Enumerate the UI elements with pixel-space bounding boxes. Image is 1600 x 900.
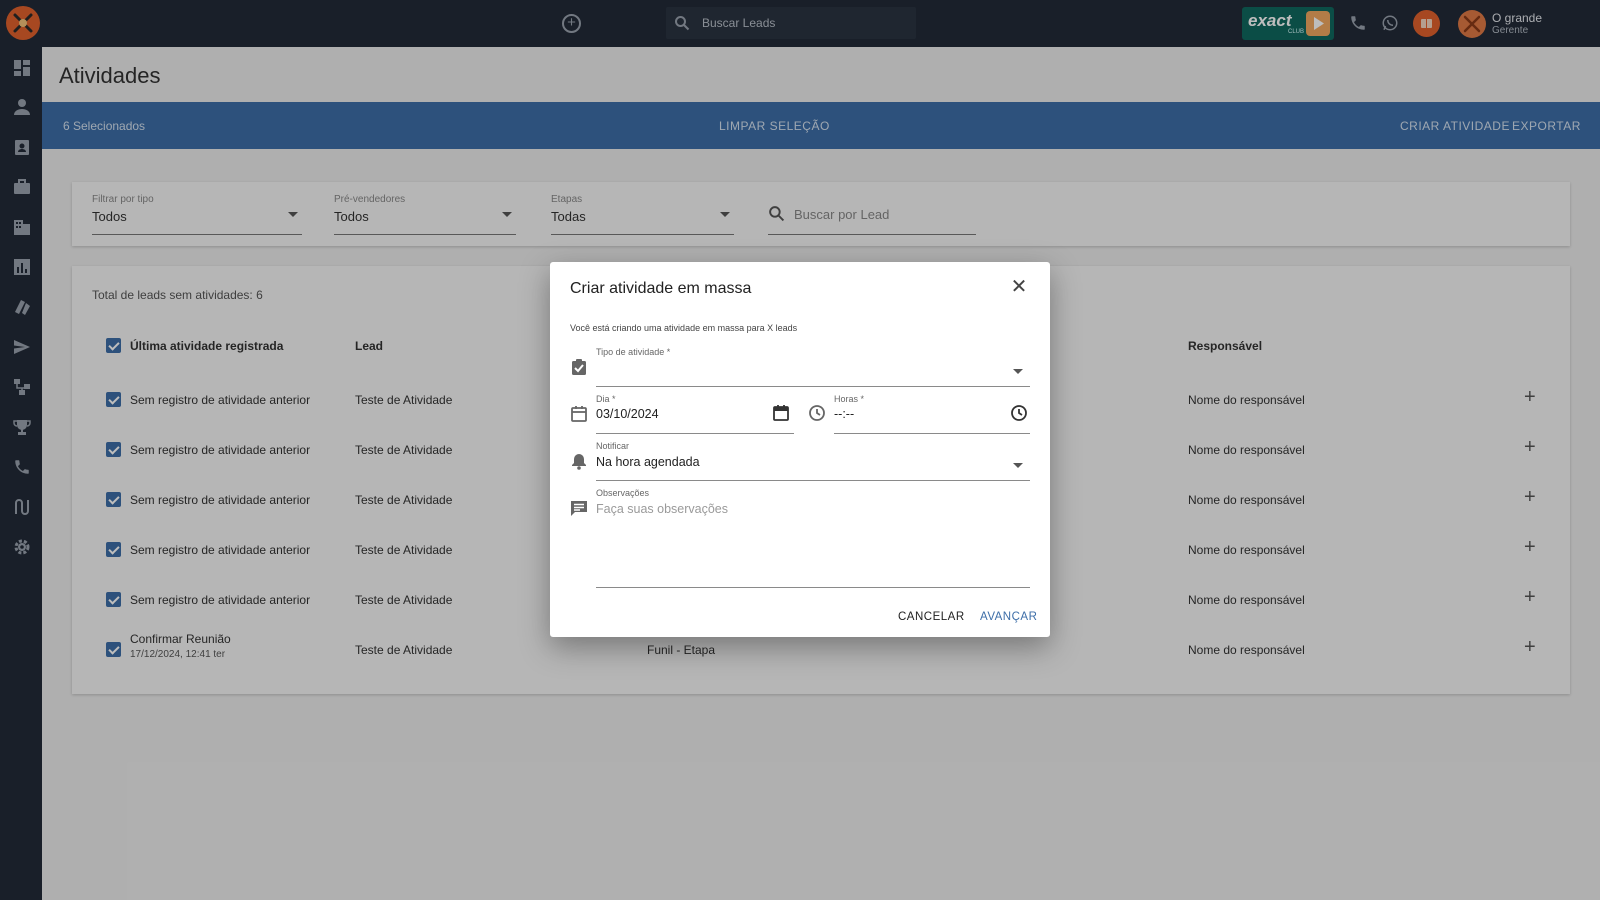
activity-type-label: Tipo de atividade *: [596, 347, 671, 357]
dialog-description: Você está criando uma atividade em massa…: [570, 323, 798, 333]
activity-type-underline: [596, 386, 1030, 387]
hours-label: Horas *: [834, 394, 865, 404]
notes-textarea[interactable]: Faça suas observações: [596, 502, 728, 516]
dialog-title: Criar atividade em massa: [570, 280, 752, 297]
hours-input[interactable]: --:--: [834, 407, 854, 421]
notify-select[interactable]: Na hora agendada: [596, 455, 700, 469]
chevron-down-icon[interactable]: [1013, 369, 1023, 374]
time-picker-icon[interactable]: [1010, 404, 1028, 422]
chevron-down-icon[interactable]: [1013, 463, 1023, 468]
notes-label: Observações: [596, 488, 650, 498]
clock-icon: [809, 405, 825, 421]
next-button[interactable]: AVANÇAR: [980, 611, 1037, 623]
notes-underline: [596, 587, 1030, 588]
day-label: Dia *: [596, 394, 616, 404]
date-picker-icon[interactable]: [772, 404, 790, 422]
bell-icon: [572, 454, 586, 470]
hours-underline: [834, 433, 1030, 434]
notify-label: Notificar: [596, 441, 630, 451]
calendar-icon: [571, 406, 587, 422]
close-icon[interactable]: ✕: [1010, 277, 1028, 297]
bulk-activity-dialog: Criar atividade em massa ✕ Você está cri…: [550, 262, 1050, 637]
day-input[interactable]: 03/10/2024: [596, 407, 659, 421]
day-underline: [596, 433, 794, 434]
notify-underline: [596, 480, 1030, 481]
cancel-button[interactable]: CANCELAR: [898, 611, 965, 623]
comment-icon: [571, 501, 587, 516]
clipboard-check-icon: [572, 359, 586, 375]
